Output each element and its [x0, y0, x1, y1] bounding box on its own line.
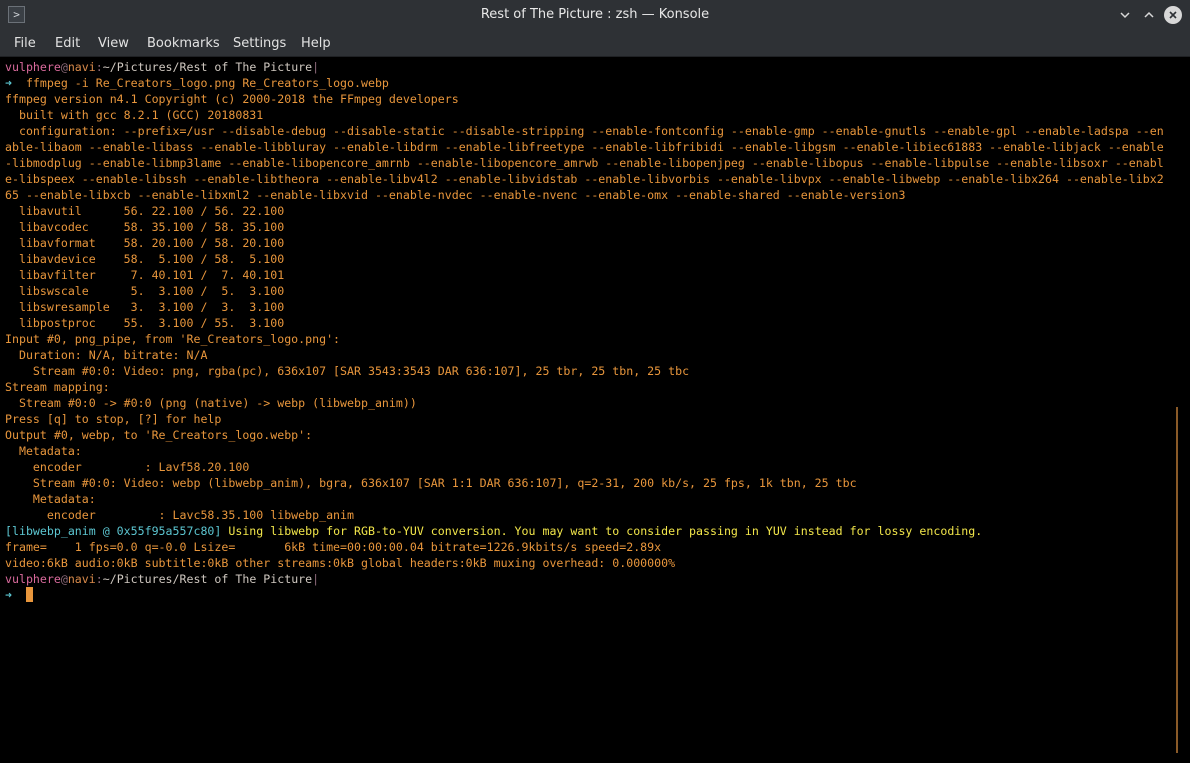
scrollbar[interactable]	[1176, 407, 1178, 753]
menu-bookmarks[interactable]: Bookmarks	[147, 30, 220, 57]
prompt-arrow-icon: ➜	[5, 76, 12, 90]
title-bar: > Rest of The Picture : zsh — Konsole	[0, 0, 1190, 30]
output-line: Output #0, webp, to 'Re_Creators_logo.we…	[5, 428, 313, 442]
summary-line: video:6kB audio:0kB subtitle:0kB other s…	[5, 556, 676, 570]
warning-text: Using libwebp for RGB-to-YUV conversion.…	[221, 524, 983, 538]
chevron-up-icon	[1144, 11, 1154, 18]
prompt-path: ~/Pictures/Rest of The Picture	[102, 60, 313, 74]
terminal-view[interactable]: vulphere@navi:~/Pictures/Rest of The Pic…	[0, 57, 1190, 763]
maximize-button[interactable]	[1140, 6, 1158, 24]
output-line: libavformat 58. 20.100 / 58. 20.100	[5, 236, 285, 250]
output-line: encoder : Lavc58.35.100 libwebp_anim	[5, 508, 355, 522]
prompt-colon: :	[95, 60, 103, 74]
output-line: Input #0, png_pipe, from 'Re_Creators_lo…	[5, 332, 341, 346]
output-line: Stream #0:0: Video: webp (libwebp_anim),…	[5, 476, 857, 490]
warning-line: [libwebp_anim @ 0x55f95a557c80] Using li…	[5, 523, 982, 539]
output-line: libswresample 3. 3.100 / 3. 3.100	[5, 300, 285, 314]
prompt-line: vulphere@navi:~/Pictures/Rest of The Pic…	[5, 571, 319, 587]
output-line: Stream mapping:	[5, 380, 110, 394]
output-line: libavutil 56. 22.100 / 56. 22.100	[5, 204, 285, 218]
output-line: libavcodec 58. 35.100 / 58. 35.100	[5, 220, 285, 234]
output-line: libpostproc 55. 3.100 / 55. 3.100	[5, 316, 285, 330]
prompt-arrow-icon: ➜	[5, 588, 12, 602]
menu-view[interactable]: View	[98, 30, 129, 57]
output-line: Metadata:	[5, 492, 96, 506]
close-button[interactable]	[1164, 6, 1182, 24]
output-line: configuration: --prefix=/usr --disable-d…	[5, 124, 1164, 138]
output-line: Stream #0:0: Video: png, rgba(pc), 636x1…	[5, 364, 690, 378]
output-line: e-libspeex --enable-libssh --enable-libt…	[5, 172, 1164, 186]
prompt-bar: |	[312, 60, 320, 74]
output-line: libswscale 5. 3.100 / 5. 3.100	[5, 284, 285, 298]
input-line[interactable]: ➜	[5, 587, 33, 603]
output-line: libavfilter 7. 40.101 / 7. 40.101	[5, 268, 285, 282]
chevron-down-icon	[1120, 12, 1130, 19]
window-title: Rest of The Picture : zsh — Konsole	[480, 7, 710, 22]
output-line: Stream #0:0 -> #0:0 (png (native) -> web…	[5, 396, 417, 410]
warning-tag: [libwebp_anim @ 0x55f95a557c80]	[5, 524, 222, 538]
output-line: ffmpeg version n4.1 Copyright (c) 2000-2…	[5, 92, 459, 106]
prompt-user: vulphere	[5, 572, 61, 586]
menu-file[interactable]: File	[14, 30, 36, 57]
output-line: libavdevice 58. 5.100 / 58. 5.100	[5, 252, 285, 266]
output-line: encoder : Lavf58.20.100	[5, 460, 250, 474]
output-line: able-libaom --enable-libass --enable-lib…	[5, 140, 1164, 154]
menu-bar: File Edit View Bookmarks Settings Help	[0, 30, 1190, 57]
prompt-host: navi	[67, 572, 96, 586]
text-cursor	[25, 587, 33, 602]
close-icon	[1169, 11, 1177, 19]
prompt-user: vulphere	[5, 60, 61, 74]
prompt-line: vulphere@navi:~/Pictures/Rest of The Pic…	[5, 59, 319, 75]
command-line: ➜ ffmpeg -i Re_Creators_logo.png Re_Crea…	[5, 75, 389, 91]
output-line: Metadata:	[5, 444, 82, 458]
prompt-bar: |	[312, 572, 320, 586]
output-line: 65 --enable-libxcb --enable-libxml2 --en…	[5, 188, 906, 202]
prompt-at: @	[60, 572, 68, 586]
output-line: Duration: N/A, bitrate: N/A	[5, 348, 208, 362]
prompt-at: @	[60, 60, 68, 74]
menu-settings[interactable]: Settings	[233, 30, 286, 57]
menu-edit[interactable]: Edit	[55, 30, 80, 57]
prompt-host: navi	[67, 60, 96, 74]
output-line: built with gcc 8.2.1 (GCC) 20180831	[5, 108, 264, 122]
output-line: -libmodplug --enable-libmp3lame --enable…	[5, 156, 1164, 170]
prompt-path: ~/Pictures/Rest of The Picture	[102, 572, 313, 586]
progress-line: frame= 1 fps=0.0 q=-0.0 Lsize= 6kB time=…	[5, 540, 662, 554]
minimize-button[interactable]	[1116, 6, 1134, 24]
menu-help[interactable]: Help	[301, 30, 331, 57]
output-line: Press [q] to stop, [?] for help	[5, 412, 222, 426]
command-text: ffmpeg -i Re_Creators_logo.png Re_Creato…	[11, 76, 389, 90]
prompt-colon: :	[95, 572, 103, 586]
